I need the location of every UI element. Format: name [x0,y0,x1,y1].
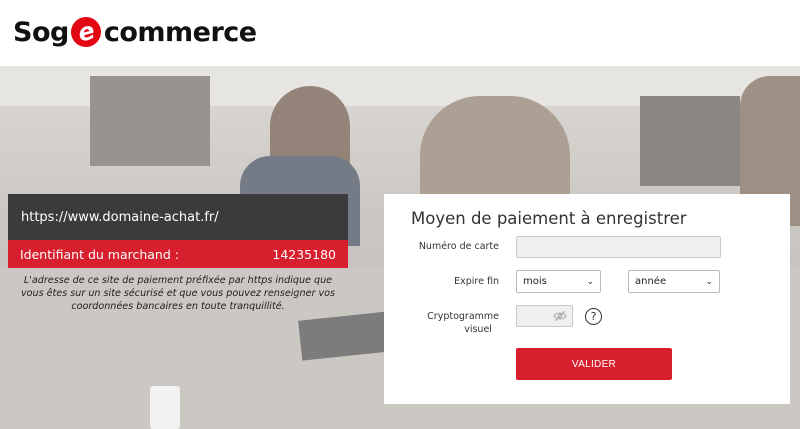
chevron-down-icon: ⌄ [586,276,594,287]
brand-logo[interactable]: Sog e commerce [13,13,257,51]
expiry-month-value: mois [523,276,547,287]
merchant-id-value: 14235180 [272,246,336,262]
expiry-month-select[interactable]: mois ⌄ [516,270,601,293]
merchant-id-row: Identifiant du marchand : 14235180 [8,240,348,268]
cvv-label-line2: visuel [464,324,492,335]
form-title: Moyen de paiement à enregistrer [411,209,687,228]
validate-button[interactable]: VALIDER [516,348,672,380]
cvv-label: Cryptogramme visuel [427,310,499,336]
expiry-year-value: année [635,276,667,287]
cvv-input[interactable] [516,305,573,327]
brand-logo-badge: e [67,13,105,51]
site-header: Sog e commerce [0,0,800,66]
merchant-info-panel: https://www.domaine-achat.fr/ Identifian… [8,194,348,313]
cvv-label-line1: Cryptogramme [427,311,499,322]
chevron-down-icon: ⌄ [705,276,713,287]
payment-form: Moyen de paiement à enregistrer Numéro d… [384,194,790,404]
hero-background: https://www.domaine-achat.fr/ Identifian… [0,66,800,429]
merchant-url: https://www.domaine-achat.fr/ [8,194,348,240]
question-circle-icon[interactable]: ? [585,308,602,325]
brand-logo-part1: Sog [13,16,69,48]
eye-slash-icon[interactable] [553,309,567,323]
expiry-label: Expire fin [454,276,499,287]
brand-logo-part2: commerce [103,16,257,48]
expiry-year-select[interactable]: année ⌄ [628,270,720,293]
merchant-id-label: Identifiant du marchand : [20,246,179,262]
card-number-input[interactable] [516,236,721,258]
card-number-label: Numéro de carte [418,241,499,252]
security-note: L'adresse de ce site de paiement préfixé… [20,275,336,312]
